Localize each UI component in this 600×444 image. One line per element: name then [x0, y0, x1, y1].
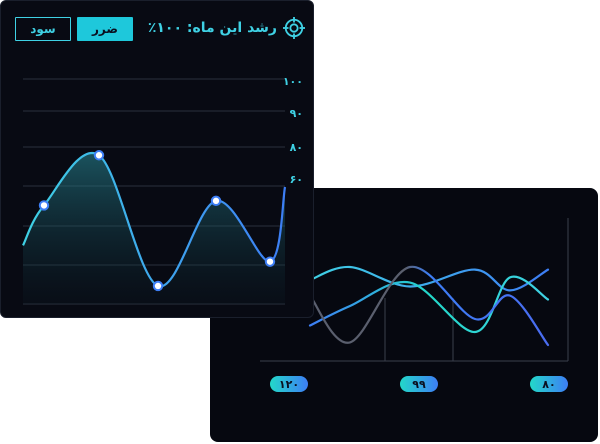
growth-card: رشد این ماه: ۱۰۰٪ سود ضرر ۱۰۰ ۹۰ ۸۰ ۶۰ — [0, 0, 314, 318]
series-line-1 — [308, 275, 550, 334]
data-point-4 — [264, 256, 276, 267]
data-point-3 — [210, 195, 222, 207]
area-chart — [22, 78, 287, 305]
data-point-0 — [38, 200, 50, 211]
value-pill-120: ۱۲۰ — [270, 376, 308, 392]
series-line-2 — [308, 265, 550, 347]
value-pill-80: ۸۰ — [530, 376, 568, 392]
data-point-1 — [93, 150, 105, 161]
value-pill-99: ۹۹ — [400, 376, 438, 392]
data-point-2 — [152, 280, 164, 292]
series-line-0 — [308, 265, 550, 292]
area-fill — [23, 152, 285, 304]
